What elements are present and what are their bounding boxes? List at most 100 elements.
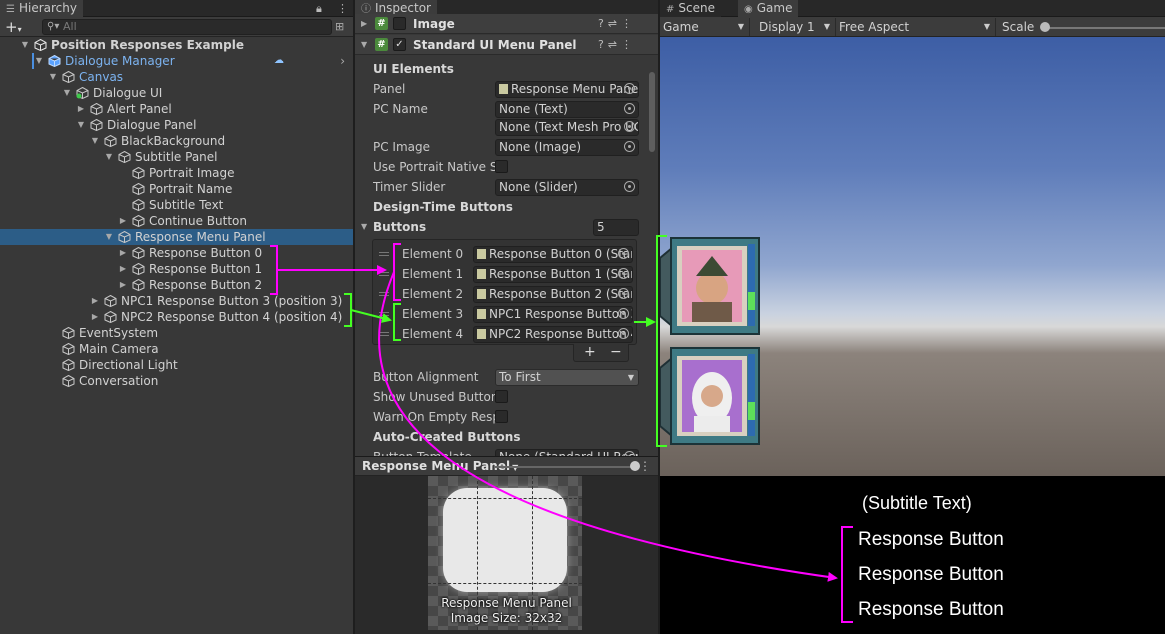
object-picker-icon[interactable]: [624, 121, 635, 132]
hierarchy-item[interactable]: Subtitle Text: [0, 197, 353, 213]
use-portrait-checkbox[interactable]: [495, 160, 508, 173]
object-picker-icon[interactable]: [618, 328, 629, 339]
timer-slider-field[interactable]: None (Slider): [495, 179, 639, 196]
drag-handle-icon[interactable]: [379, 312, 389, 316]
npc1-response-button[interactable]: [660, 237, 760, 335]
hierarchy-item[interactable]: ▶ Continue Button: [0, 213, 353, 229]
hierarchy-item[interactable]: ▶ Response Button 1: [0, 261, 353, 277]
fold-down-icon[interactable]: ▼: [104, 229, 114, 245]
preview-slider-track[interactable]: [495, 466, 635, 468]
pc-image-field[interactable]: None (Image): [495, 139, 639, 156]
element-2-field[interactable]: Response Button 2 (Standard UI Response …: [473, 286, 633, 303]
npc2-response-button[interactable]: [660, 347, 760, 445]
aspect-dropdown[interactable]: Free Aspect ▼: [836, 18, 996, 36]
fold-right-icon[interactable]: ▶: [90, 293, 100, 309]
fold-down-icon[interactable]: ▼: [76, 117, 86, 133]
object-picker-icon[interactable]: [618, 308, 629, 319]
hierarchy-item[interactable]: ▼ Dialogue Panel: [0, 117, 353, 133]
hierarchy-item[interactable]: ▶ NPC2 Response Button 4 (position 4): [0, 309, 353, 325]
element-0-field[interactable]: Response Button 0 (Standard UI Response …: [473, 246, 633, 263]
fold-right-icon[interactable]: ▶: [118, 277, 128, 293]
buttons-size-field[interactable]: 5: [593, 219, 639, 236]
scale-slider-knob[interactable]: [1040, 22, 1050, 32]
chevron-right-icon[interactable]: ›: [340, 53, 345, 69]
tab-game[interactable]: ◉ Game: [738, 0, 799, 17]
hierarchy-item[interactable]: ▶ NPC1 Response Button 3 (position 3): [0, 293, 353, 309]
fold-right-icon[interactable]: ▶: [118, 261, 128, 277]
element-3-field[interactable]: NPC1 Response Button 3: [473, 306, 633, 323]
add-element-button[interactable]: +: [584, 344, 596, 361]
menu-panel-component-header[interactable]: ▼ # ✓ Standard UI Menu Panel ?⇌⋮: [355, 35, 658, 55]
button-alignment-dropdown[interactable]: To First ▼: [495, 369, 639, 386]
hierarchy-item[interactable]: Portrait Name: [0, 181, 353, 197]
lock-icon[interactable]: 🔒︎: [316, 0, 322, 17]
fold-down-icon[interactable]: ▼: [34, 53, 44, 69]
fold-down-icon[interactable]: ▼: [62, 85, 72, 101]
menu-enabled-checkbox[interactable]: ✓: [393, 38, 406, 51]
element-4-field[interactable]: NPC2 Response Button 4: [473, 326, 633, 343]
image-enabled-checkbox[interactable]: [393, 17, 406, 30]
hierarchy-item[interactable]: ▼ Position Responses Example: [0, 37, 353, 53]
hierarchy-item[interactable]: ▼ Canvas: [0, 69, 353, 85]
hierarchy-item[interactable]: EventSystem: [0, 325, 353, 341]
hierarchy-item[interactable]: ▶ Response Button 2: [0, 277, 353, 293]
game-mode-dropdown[interactable]: Game ▼: [660, 18, 750, 36]
response-button-0[interactable]: Response Button: [858, 529, 1004, 551]
object-picker-icon[interactable]: [618, 268, 629, 279]
hierarchy-search-input[interactable]: ⚲▾ All: [42, 19, 332, 35]
fold-right-icon[interactable]: ▶: [76, 101, 86, 117]
fold-down-icon[interactable]: ▼: [90, 133, 100, 149]
show-unused-checkbox[interactable]: [495, 390, 508, 403]
pc-name-tmp-field[interactable]: None (Text Mesh Pro UGUI): [495, 119, 639, 136]
object-picker-icon[interactable]: [624, 141, 635, 152]
response-button-2[interactable]: Response Button: [858, 599, 1004, 621]
image-component-header[interactable]: ▶ # Image ?⇌⋮: [355, 14, 658, 34]
fold-right-icon[interactable]: ▶: [90, 309, 100, 325]
hierarchy-item[interactable]: ▼ Response Menu Panel: [0, 229, 353, 245]
kebab-menu-icon[interactable]: ⋮: [337, 0, 348, 17]
component-tools[interactable]: ?⇌⋮: [598, 35, 636, 55]
object-picker-icon[interactable]: [618, 288, 629, 299]
add-object-button[interactable]: +▾: [5, 18, 22, 36]
tab-hierarchy[interactable]: ☰ Hierarchy: [0, 0, 83, 17]
fold-down-icon[interactable]: ▼: [104, 149, 114, 165]
kebab-menu-icon[interactable]: ⋮: [639, 457, 651, 476]
remove-element-button[interactable]: −: [610, 344, 622, 361]
hierarchy-item[interactable]: ▼ Dialogue UI: [0, 85, 353, 101]
response-button-1[interactable]: Response Button: [858, 564, 1004, 586]
fold-down-icon[interactable]: ▼: [361, 35, 367, 55]
fold-down-icon[interactable]: ▼: [361, 217, 367, 237]
object-picker-icon[interactable]: [624, 83, 635, 94]
hierarchy-item[interactable]: ▼ Dialogue Manager ☁ ›: [0, 53, 353, 69]
fold-down-icon[interactable]: ▼: [20, 37, 30, 53]
fold-right-icon[interactable]: ▶: [361, 14, 367, 34]
hierarchy-item[interactable]: ▶ Response Button 0: [0, 245, 353, 261]
object-picker-icon[interactable]: [624, 181, 635, 192]
component-tools[interactable]: ?⇌⋮: [598, 14, 636, 34]
hierarchy-item[interactable]: ▶ Alert Panel: [0, 101, 353, 117]
scale-slider-track[interactable]: [1042, 27, 1165, 29]
hierarchy-item[interactable]: Directional Light: [0, 357, 353, 373]
drag-handle-icon[interactable]: [379, 252, 389, 256]
hierarchy-item[interactable]: ▼ Subtitle Panel: [0, 149, 353, 165]
warn-empty-checkbox[interactable]: [495, 410, 508, 423]
drag-handle-icon[interactable]: [379, 272, 389, 276]
fold-right-icon[interactable]: ▶: [118, 213, 128, 229]
fold-right-icon[interactable]: ▶: [118, 245, 128, 261]
object-picker-icon[interactable]: [624, 103, 635, 114]
element-1-field[interactable]: Response Button 1 (Standard UI Response …: [473, 266, 633, 283]
scrollbar-thumb[interactable]: [649, 72, 655, 152]
display-dropdown[interactable]: Display 1 ▼: [756, 18, 836, 36]
drag-handle-icon[interactable]: [379, 292, 389, 296]
hierarchy-item[interactable]: Portrait Image: [0, 165, 353, 181]
tab-scene[interactable]: # Scene: [660, 0, 721, 17]
fold-down-icon[interactable]: ▼: [48, 69, 58, 85]
panel-object-field[interactable]: Response Menu Panel: [495, 81, 639, 98]
hierarchy-item[interactable]: Conversation: [0, 373, 353, 389]
object-picker-icon[interactable]: [618, 248, 629, 259]
drag-handle-icon[interactable]: [379, 332, 389, 336]
inspector-scrollbar[interactable]: [648, 52, 656, 462]
hierarchy-item[interactable]: Main Camera: [0, 341, 353, 357]
pc-name-text-field[interactable]: None (Text): [495, 101, 639, 118]
hierarchy-item[interactable]: ▼ BlackBackground: [0, 133, 353, 149]
